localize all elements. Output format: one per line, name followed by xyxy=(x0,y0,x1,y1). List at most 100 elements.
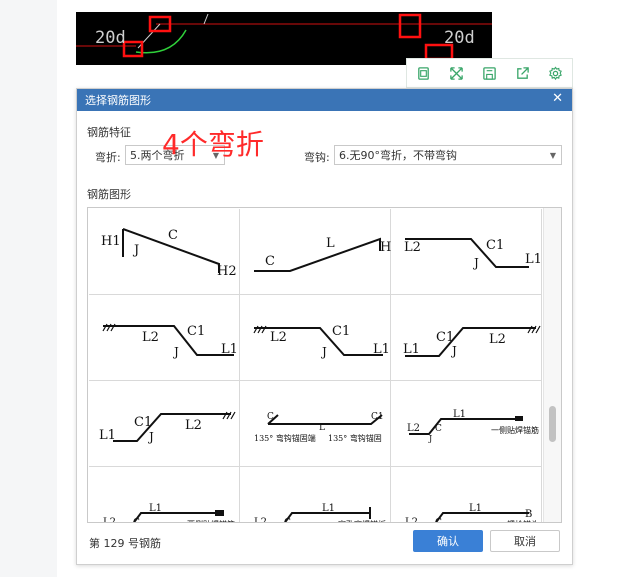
svg-text:J: J xyxy=(147,430,154,444)
svg-text:C1: C1 xyxy=(436,330,454,345)
svg-text:135° 弯钩锚固: 135° 弯钩锚固 xyxy=(328,433,382,443)
copy-icon[interactable] xyxy=(407,59,440,87)
bend-label: 弯折: xyxy=(95,151,121,164)
svg-text:C: C xyxy=(267,412,274,422)
shape-option[interactable]: L2 C L1 两侧贴焊锚筋 xyxy=(89,467,240,523)
svg-text:C: C xyxy=(265,254,275,269)
svg-text:J: J xyxy=(472,256,479,270)
svg-text:L2: L2 xyxy=(489,332,506,347)
hook-label: 弯钩: xyxy=(304,151,330,164)
dialog-titlebar: 选择钢筋图形 ✕ xyxy=(77,89,572,111)
confirm-button[interactable]: 确认 xyxy=(413,530,483,552)
rebar-shape-drawing: L2 C1 J L1 xyxy=(253,324,390,359)
canvas-toolbar xyxy=(406,58,573,88)
rebar-shape-drawing: L1 C1J L2 xyxy=(99,411,236,444)
rebar-shape-drawing: L2 C1 J L1 xyxy=(404,238,542,270)
svg-text:L2: L2 xyxy=(254,517,267,523)
rebar-shape-drawing: C L H xyxy=(254,236,391,272)
svg-text:C1: C1 xyxy=(134,415,152,430)
svg-text:一侧贴焊锚筋: 一侧贴焊锚筋 xyxy=(491,425,539,435)
svg-text:L2: L2 xyxy=(103,517,116,523)
svg-text:L1: L1 xyxy=(322,503,335,514)
save-icon[interactable] xyxy=(473,59,506,87)
shape-option[interactable]: L1 C1 J L2 xyxy=(391,295,542,381)
svg-text:L1: L1 xyxy=(373,342,390,357)
cancel-button[interactable]: 取消 xyxy=(490,530,560,552)
canvas-right-label: 20d xyxy=(444,28,475,48)
shape-option[interactable]: C L H xyxy=(240,209,391,295)
svg-text:L1: L1 xyxy=(525,252,542,267)
left-sidebar xyxy=(0,0,57,577)
rebar-shape-drawing: L2 CJ L1 一侧贴焊锚筋 xyxy=(407,409,539,443)
svg-text:L: L xyxy=(326,236,335,251)
svg-text:L1: L1 xyxy=(453,409,466,420)
dialog-title: 选择钢筋图形 xyxy=(85,94,151,107)
svg-text:H1: H1 xyxy=(101,234,121,249)
svg-text:C1: C1 xyxy=(187,324,205,339)
svg-text:L2: L2 xyxy=(407,423,420,434)
rebar-shape-drawing: L2 C1 J L1 xyxy=(102,323,238,359)
shape-option[interactable]: L2 C1 J L1 xyxy=(391,209,542,295)
hook-select[interactable]: 6.无90°弯折，不带弯钩 ▼ xyxy=(334,145,562,165)
rebar-shape-drawing: L2 C L1 B螺栓锚头 xyxy=(405,503,539,523)
rebar-shape-drawing: L1 C1J L2 xyxy=(403,325,541,358)
svg-text:C1: C1 xyxy=(332,324,350,339)
svg-text:C: C xyxy=(284,518,291,523)
svg-text:C1: C1 xyxy=(486,238,504,253)
rebar-shape-drawing: H1 C J H2 xyxy=(101,228,237,279)
svg-text:J: J xyxy=(172,345,179,359)
hook-select-value: 6.无90°弯折，不带弯钩 xyxy=(339,149,457,162)
svg-text:C: C xyxy=(435,424,442,434)
settings-icon[interactable] xyxy=(539,59,572,87)
shape-option[interactable]: L2 C1 J L1 xyxy=(240,295,391,381)
svg-text:C: C xyxy=(133,518,140,523)
svg-text:L1: L1 xyxy=(149,503,162,514)
shape-option[interactable]: L1 C1 J L2 xyxy=(89,381,240,467)
svg-text:C: C xyxy=(435,518,442,523)
svg-text:L2: L2 xyxy=(142,330,159,345)
annotation-text: 4个弯折 xyxy=(162,128,264,161)
expand-icon[interactable] xyxy=(440,59,473,87)
svg-text:L1: L1 xyxy=(403,342,420,357)
svg-text:L1: L1 xyxy=(469,503,482,514)
share-icon[interactable] xyxy=(506,59,539,87)
feature-section-label: 钢筋特征 xyxy=(87,126,131,139)
shape-section-label: 钢筋图形 xyxy=(87,188,131,201)
rebar-shape-drawing: L2 C L1 穿孔塞焊锚板 xyxy=(254,503,386,523)
shape-option[interactable]: L2 C L1 B螺栓锚头 xyxy=(391,467,542,523)
close-icon[interactable]: ✕ xyxy=(552,91,563,106)
shape-option[interactable]: L2 C1 J L1 xyxy=(89,295,240,381)
rebar-shape-drawing: C L C1 135° 弯钩锚固端 135° 弯钩锚固 xyxy=(254,412,384,443)
svg-text:J: J xyxy=(132,243,139,258)
svg-text:L2: L2 xyxy=(404,240,421,255)
gallery-scrollbar[interactable] xyxy=(543,208,561,522)
svg-text:L1: L1 xyxy=(221,342,238,357)
svg-text:J: J xyxy=(450,344,457,358)
status-text: 第 129 号钢筋 xyxy=(89,537,161,550)
canvas-left-label: 20d xyxy=(95,28,126,48)
shape-option[interactable]: C L C1 135° 弯钩锚固端 135° 弯钩锚固 xyxy=(240,381,391,467)
svg-text:L1: L1 xyxy=(99,428,116,443)
svg-text:L: L xyxy=(319,423,325,433)
svg-text:J: J xyxy=(428,434,432,443)
svg-text:L2: L2 xyxy=(405,517,418,523)
svg-text:135° 弯钩锚固端: 135° 弯钩锚固端 xyxy=(254,433,316,443)
svg-text:H: H xyxy=(380,240,391,255)
rebar-shape-drawing: L2 C L1 两侧贴焊锚筋 xyxy=(103,503,235,523)
scrollbar-thumb[interactable] xyxy=(549,406,556,442)
svg-text:两侧贴焊锚筋: 两侧贴焊锚筋 xyxy=(187,519,235,523)
shape-option[interactable]: L2 C J L1 一侧贴焊锚筋 xyxy=(391,381,542,467)
select-rebar-shape-dialog: 选择钢筋图形 ✕ 钢筋特征 弯折: 5.两个弯折 ▼ 弯钩: 6.无90°弯折，… xyxy=(76,88,573,565)
svg-text:L2: L2 xyxy=(270,330,287,345)
chevron-down-icon: ▼ xyxy=(549,151,556,160)
svg-text:穿孔塞焊锚板: 穿孔塞焊锚板 xyxy=(338,519,386,523)
svg-text:C: C xyxy=(168,228,178,243)
svg-text:J: J xyxy=(320,345,327,359)
shape-option[interactable]: L2 C L1 穿孔塞焊锚板 xyxy=(240,467,391,523)
svg-text:H2: H2 xyxy=(217,264,237,279)
svg-text:L2: L2 xyxy=(185,418,202,433)
svg-text:C1: C1 xyxy=(371,412,384,422)
shape-option[interactable]: H1 C J H2 xyxy=(89,209,240,295)
svg-text:螺栓锚头: 螺栓锚头 xyxy=(507,519,539,523)
svg-text:B: B xyxy=(525,509,532,520)
